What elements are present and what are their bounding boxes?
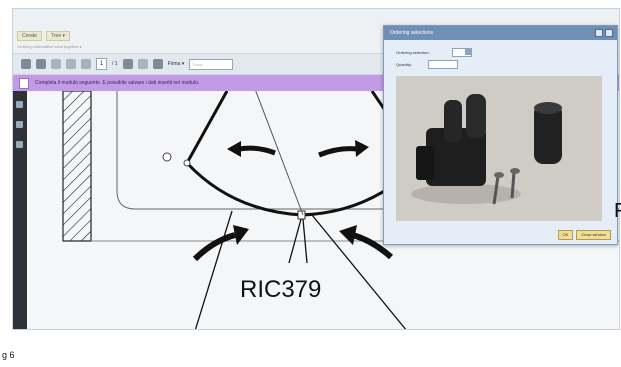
form-icon	[19, 77, 29, 89]
cropped-text-fragment: F	[614, 200, 621, 222]
dialog-window-controls	[595, 29, 613, 37]
print-icon[interactable]	[21, 59, 31, 69]
tab-tree[interactable]: Tree ▾	[46, 31, 71, 41]
leader-line-left	[194, 210, 233, 329]
quantity-input[interactable]	[428, 60, 458, 69]
page-up-icon[interactable]	[66, 59, 76, 69]
close-icon[interactable]	[605, 29, 613, 37]
product-photo-image	[396, 76, 602, 221]
page-number-input[interactable]: 1	[96, 58, 107, 70]
dialog-footer: OK Close window	[557, 230, 611, 240]
tab-create[interactable]: Create	[17, 31, 43, 41]
page-total: / 1	[112, 61, 118, 67]
attachments-icon[interactable]	[16, 121, 23, 128]
arrow-inner-left	[238, 145, 276, 156]
product-photo	[396, 76, 602, 221]
arrow-inner-right	[318, 146, 358, 158]
banner-text: Completa il modulo seguente. È possibile…	[35, 80, 200, 86]
figure-caption: g 6	[2, 350, 15, 360]
maximize-icon[interactable]	[595, 29, 603, 37]
zoom-icon[interactable]	[137, 59, 148, 69]
part-label: RIC379	[240, 276, 321, 303]
ordering-selection-dropdown[interactable]	[452, 48, 472, 57]
hole-marker	[162, 152, 172, 162]
ok-button[interactable]: OK	[557, 230, 574, 240]
pivot-marker	[183, 159, 191, 167]
center-line	[255, 91, 304, 216]
signatures-icon[interactable]	[16, 141, 23, 148]
ordering-selection-label: Ordering selection:	[396, 50, 430, 55]
navigation-pane	[13, 91, 27, 329]
breadcrumb: Ordering information work together ▸	[17, 44, 82, 49]
save-icon[interactable]	[36, 59, 46, 69]
page-down-icon[interactable]	[81, 59, 91, 69]
email-icon[interactable]	[51, 59, 61, 69]
sign-pen-icon[interactable]	[152, 59, 163, 69]
hatched-wall	[62, 91, 92, 242]
screenshot-frame: Create Tree ▾ Ordering information work …	[12, 8, 620, 330]
dialog-titlebar: Ordering selections	[384, 26, 617, 40]
arrow-outer-left	[192, 232, 236, 262]
sign-menu[interactable]: Firma ▾	[168, 61, 185, 67]
fit-page-icon[interactable]	[122, 59, 133, 69]
bookmarks-icon[interactable]	[16, 101, 23, 108]
header-tabs: Create Tree ▾	[17, 31, 71, 41]
close-window-button[interactable]: Close window	[576, 230, 611, 240]
ordering-dialog: Ordering selections Ordering selection: …	[383, 25, 618, 245]
clip-left-edge	[185, 91, 229, 164]
quantity-label: Quantity:	[396, 62, 413, 67]
dialog-title: Ordering selections	[390, 30, 434, 36]
find-input[interactable]: Trova	[189, 58, 234, 70]
